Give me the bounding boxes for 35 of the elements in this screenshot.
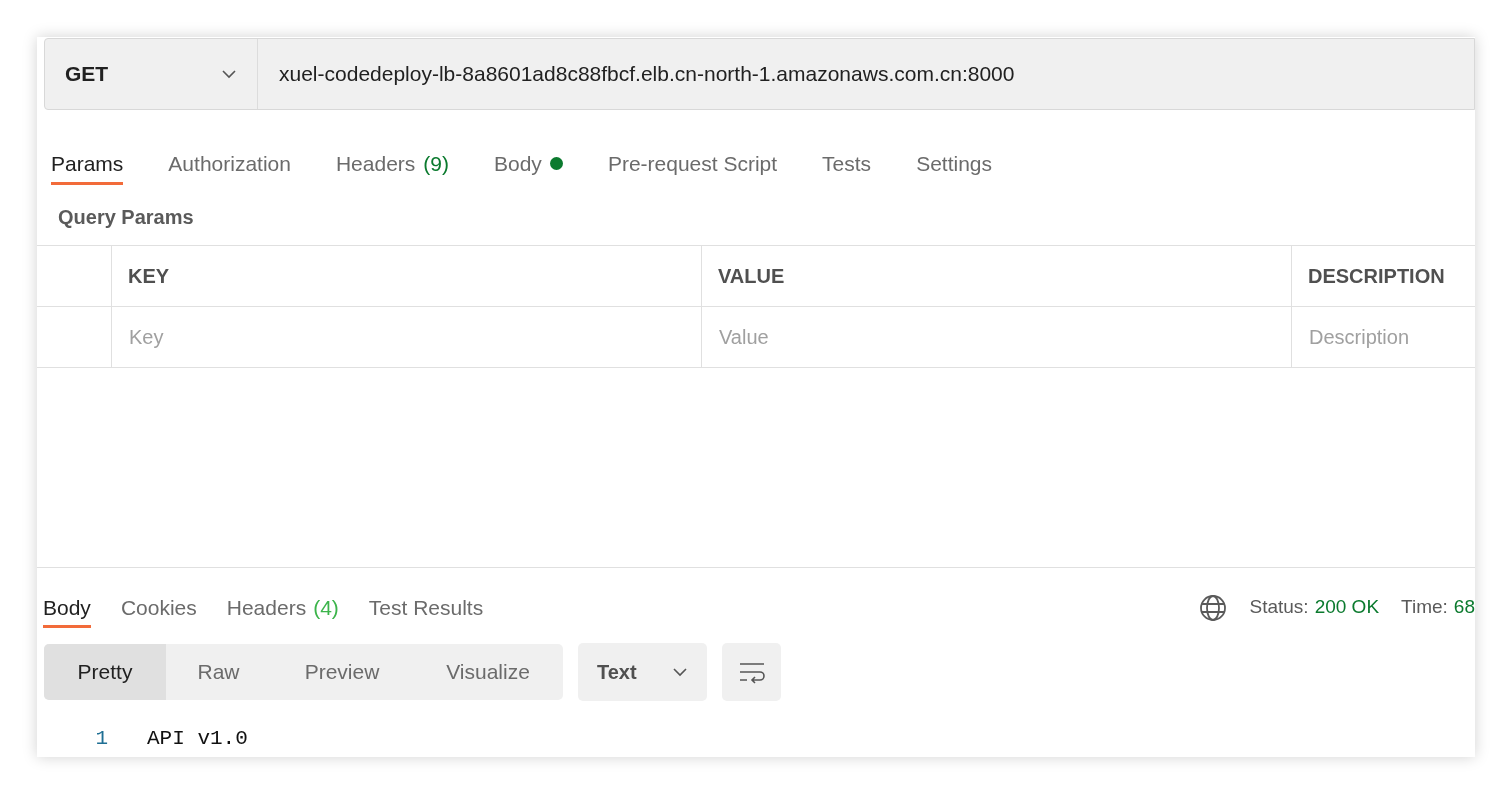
globe-icon[interactable] xyxy=(1199,593,1228,622)
time-value: 68 xyxy=(1453,595,1475,620)
table-input-field[interactable]: Description xyxy=(1309,322,1475,352)
view-mode-tab[interactable]: Raw xyxy=(166,644,271,700)
time-label: Time: xyxy=(1401,595,1448,620)
request-tab[interactable]: Settings xyxy=(916,145,992,185)
view-mode-tab[interactable]: Preview xyxy=(271,644,413,700)
view-mode-tab[interactable]: Pretty xyxy=(44,644,166,700)
request-tab[interactable]: Params xyxy=(51,145,124,185)
status-label: Status: xyxy=(1249,595,1309,620)
count-label: (4) xyxy=(313,594,339,621)
request-tab[interactable]: Tests xyxy=(822,145,872,185)
request-tab[interactable]: Authorization xyxy=(168,145,291,185)
response-body-text: API v1.0 xyxy=(146,726,248,752)
response-tab[interactable]: Body xyxy=(43,590,91,628)
count-label: (9) xyxy=(423,150,449,177)
request-tab[interactable]: Headers (9) xyxy=(335,145,449,185)
wrap-lines-icon xyxy=(737,660,766,684)
response-tab[interactable]: Headers (4) xyxy=(226,590,339,628)
section-title: Query Params xyxy=(57,205,195,230)
column-header: VALUE xyxy=(718,264,785,289)
response-tab[interactable]: Test Results xyxy=(368,590,484,628)
line-number: 1 xyxy=(94,726,108,752)
chevron-down-icon xyxy=(672,667,688,677)
format-dropdown[interactable]: Text xyxy=(578,643,707,701)
table-input-field[interactable]: Key xyxy=(129,322,701,352)
view-mode-tab[interactable]: Visualize xyxy=(413,644,563,700)
column-header: DESCRIPTION xyxy=(1308,264,1445,289)
status-value: 200 OK xyxy=(1314,595,1380,620)
request-tab[interactable]: Body xyxy=(494,145,563,185)
wrap-lines-button[interactable] xyxy=(722,643,781,701)
response-tab[interactable]: Cookies xyxy=(120,590,197,628)
column-header: KEY xyxy=(128,264,170,289)
table-input-field[interactable]: Value xyxy=(719,322,1291,352)
request-tab[interactable]: Pre-request Script xyxy=(607,145,778,185)
